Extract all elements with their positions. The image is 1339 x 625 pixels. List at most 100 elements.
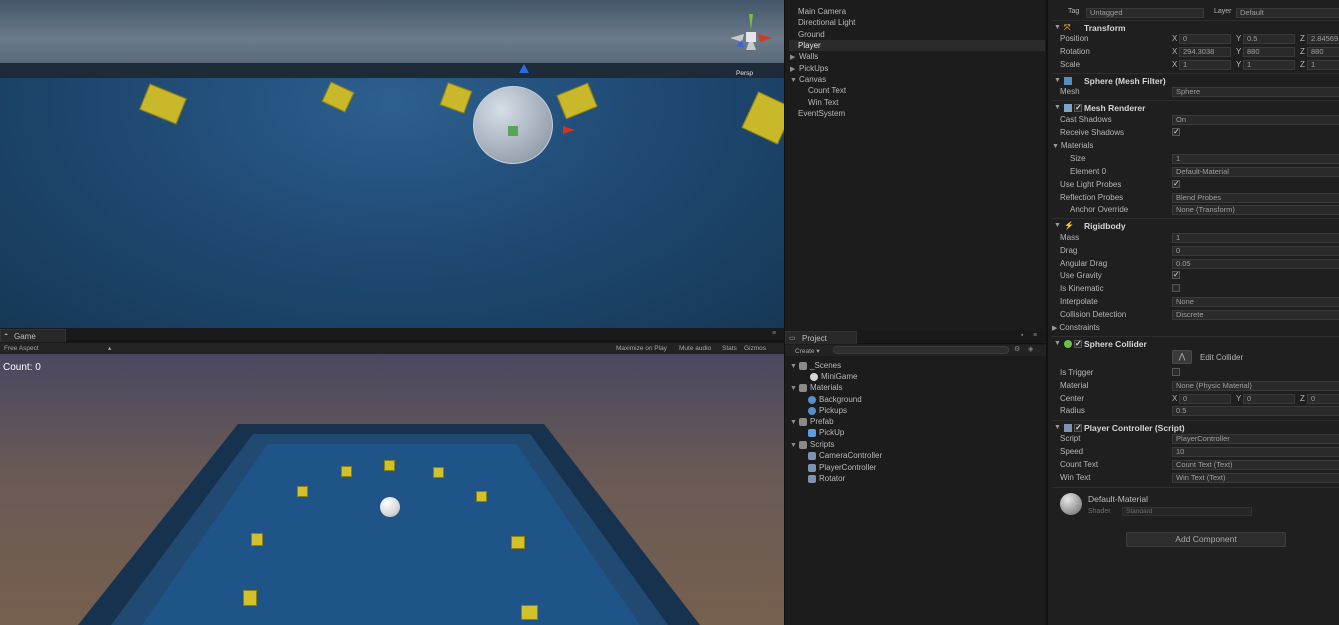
reflection-probes-dropdown[interactable]: Blend Probes xyxy=(1172,193,1339,203)
sphere-collider-header[interactable]: ▼ ✓ Sphere Collider xyxy=(1052,336,1339,350)
scale-x-field[interactable]: 1 xyxy=(1179,60,1231,70)
project-item-pickups[interactable]: Pickups xyxy=(808,406,847,415)
player-controller-header[interactable]: ▼ ✓ Player Controller (Script) xyxy=(1052,420,1339,434)
collapse-arrow-icon[interactable]: ▼ xyxy=(790,77,799,84)
use-gravity-checkbox[interactable]: ✓ xyxy=(1172,271,1180,279)
stats-toggle[interactable]: Stats xyxy=(722,345,737,352)
light-probes-checkbox[interactable]: ✓ xyxy=(1172,180,1180,188)
collapse-arrow-icon[interactable]: ▼ xyxy=(790,442,799,449)
rotation-x-field[interactable]: 294.3038 xyxy=(1179,47,1231,57)
center-x-field[interactable]: 0 xyxy=(1179,394,1231,404)
angular-drag-field[interactable]: 0.05 xyxy=(1172,259,1339,269)
win-text-field[interactable]: Win Text (Text) xyxy=(1172,473,1339,483)
rotation-y-field[interactable]: 880 xyxy=(1243,47,1295,57)
mesh-renderer-enabled-checkbox[interactable]: ✓ xyxy=(1074,104,1082,112)
fold-arrow-icon[interactable]: ▼ xyxy=(1054,219,1061,233)
move-handle-center-icon[interactable] xyxy=(508,126,518,136)
mute-audio-toggle[interactable]: Mute audio xyxy=(679,345,711,352)
hierarchy-item-win-text[interactable]: Win Text xyxy=(808,98,839,107)
radius-field[interactable]: 0.5 xyxy=(1172,406,1339,416)
scene-player-sphere[interactable] xyxy=(473,86,553,164)
drag-field[interactable]: 0 xyxy=(1172,246,1339,256)
fold-arrow-icon[interactable]: ▼ xyxy=(1054,21,1061,35)
gizmos-toggle[interactable]: Gizmos xyxy=(744,345,766,352)
panel-menu-icon[interactable]: ≡ xyxy=(1033,332,1037,339)
aspect-dropdown[interactable]: Free Aspect xyxy=(4,345,39,352)
project-item-pickup[interactable]: PickUp xyxy=(808,428,844,437)
tab-game[interactable]: ◓ Game xyxy=(0,329,66,342)
scene-view[interactable]: Persp xyxy=(0,0,784,328)
transform-header[interactable]: ▼ ⤧ Transform xyxy=(1052,20,1339,34)
size-field[interactable]: 1 xyxy=(1172,154,1339,164)
position-y-field[interactable]: 0.5 xyxy=(1243,34,1295,44)
aspect-dropdown-arrow-icon[interactable]: ▴ xyxy=(108,344,111,352)
expand-arrow-icon[interactable]: ▶ xyxy=(790,65,799,73)
fold-arrow-icon[interactable]: ▼ xyxy=(1054,337,1061,351)
speed-field[interactable]: 10 xyxy=(1172,447,1339,457)
script-field[interactable]: PlayerController xyxy=(1172,434,1339,444)
project-search-input[interactable] xyxy=(833,346,1009,354)
tab-project[interactable]: ▭ Project xyxy=(785,331,857,344)
rotation-z-field[interactable]: 880 xyxy=(1307,47,1339,57)
project-folder-scripts[interactable]: ▼ Scripts xyxy=(790,440,834,449)
mesh-filter-header[interactable]: ▼ Sphere (Mesh Filter) xyxy=(1052,73,1339,87)
layer-dropdown[interactable]: Default xyxy=(1236,8,1339,18)
mass-field[interactable]: 1 xyxy=(1172,233,1339,243)
position-x-field[interactable]: 0 xyxy=(1179,34,1231,44)
search-by-label-icon[interactable]: ◈ xyxy=(1028,345,1033,353)
search-by-type-icon[interactable]: ⚙ xyxy=(1014,345,1020,353)
collider-material-field[interactable]: None (Physic Material) xyxy=(1172,381,1339,391)
maximize-on-play-toggle[interactable]: Maximize on Play xyxy=(616,345,667,352)
is-trigger-checkbox[interactable] xyxy=(1172,368,1180,376)
sphere-collider-enabled-checkbox[interactable]: ✓ xyxy=(1074,340,1082,348)
fold-arrow-icon[interactable]: ▼ xyxy=(1052,143,1061,150)
center-y-field[interactable]: 0 xyxy=(1243,394,1295,404)
collapse-arrow-icon[interactable]: ▼ xyxy=(790,385,799,392)
move-handle-y-icon[interactable] xyxy=(519,64,529,73)
project-item-background[interactable]: Background xyxy=(808,395,862,404)
receive-shadows-checkbox[interactable]: ✓ xyxy=(1172,128,1180,136)
hierarchy-item-count-text[interactable]: Count Text xyxy=(808,86,846,95)
is-kinematic-checkbox[interactable] xyxy=(1172,284,1180,292)
fold-arrow-icon[interactable]: ▼ xyxy=(1054,421,1061,435)
collapse-arrow-icon[interactable]: ▼ xyxy=(790,419,799,426)
player-controller-enabled-checkbox[interactable]: ✓ xyxy=(1074,424,1082,432)
mesh-renderer-header[interactable]: ▼ ✓ Mesh Renderer xyxy=(1052,100,1339,114)
project-folder-scenes[interactable]: ▼ _Scenes xyxy=(790,361,841,370)
project-item-minigame[interactable]: MiniGame xyxy=(810,372,857,381)
game-panel-menu-icon[interactable]: ≡ xyxy=(772,330,776,337)
interpolate-dropdown[interactable]: None xyxy=(1172,297,1339,307)
fold-arrow-icon[interactable]: ▼ xyxy=(1054,101,1061,115)
element0-field[interactable]: Default-Material xyxy=(1172,167,1339,177)
position-z-field[interactable]: 2.84569 xyxy=(1307,34,1339,44)
rigidbody-header[interactable]: ▼ ⚡ Rigidbody xyxy=(1052,218,1339,232)
hierarchy-item-ground[interactable]: Ground xyxy=(798,30,825,39)
game-viewport[interactable]: Count: 0 xyxy=(0,354,784,625)
fold-arrow-icon[interactable]: ▼ xyxy=(1054,74,1061,88)
anchor-override-field[interactable]: None (Transform) xyxy=(1172,205,1339,215)
hierarchy-item-pickups[interactable]: ▶ PickUps xyxy=(790,64,828,73)
edit-collider-button[interactable]: ⋀ xyxy=(1172,350,1192,364)
project-item-cameracontroller[interactable]: CameraController xyxy=(808,451,882,460)
scale-z-field[interactable]: 1 xyxy=(1307,60,1339,70)
project-folder-materials[interactable]: ▼ Materials xyxy=(790,383,842,392)
hierarchy-item-walls[interactable]: ▶ Walls xyxy=(790,52,818,61)
collision-detection-dropdown[interactable]: Discrete xyxy=(1172,310,1339,320)
project-folder-prefab[interactable]: ▼ Prefab xyxy=(790,417,834,426)
center-z-field[interactable]: 0 xyxy=(1307,394,1339,404)
mesh-field[interactable]: Sphere xyxy=(1172,87,1339,97)
lock-icon[interactable]: ▪ xyxy=(1021,332,1023,339)
shader-dropdown[interactable]: Standard xyxy=(1122,507,1252,516)
add-component-button[interactable]: Add Component xyxy=(1126,532,1286,547)
project-item-playercontroller[interactable]: PlayerController xyxy=(808,463,876,472)
hierarchy-item-directional-light[interactable]: Directional Light xyxy=(798,18,855,27)
hierarchy-item-player[interactable]: Player xyxy=(798,41,821,50)
count-text-field[interactable]: Count Text (Text) xyxy=(1172,460,1339,470)
create-dropdown[interactable]: Create ▾ xyxy=(795,347,820,355)
hierarchy-item-eventsystem[interactable]: EventSystem xyxy=(798,109,845,118)
move-handle-x-icon[interactable] xyxy=(563,126,575,134)
hierarchy-item-main-camera[interactable]: Main Camera xyxy=(798,7,846,16)
hierarchy-item-canvas[interactable]: ▼ Canvas xyxy=(790,75,826,84)
expand-arrow-icon[interactable]: ▶ xyxy=(790,53,799,61)
cast-shadows-dropdown[interactable]: On xyxy=(1172,115,1339,125)
